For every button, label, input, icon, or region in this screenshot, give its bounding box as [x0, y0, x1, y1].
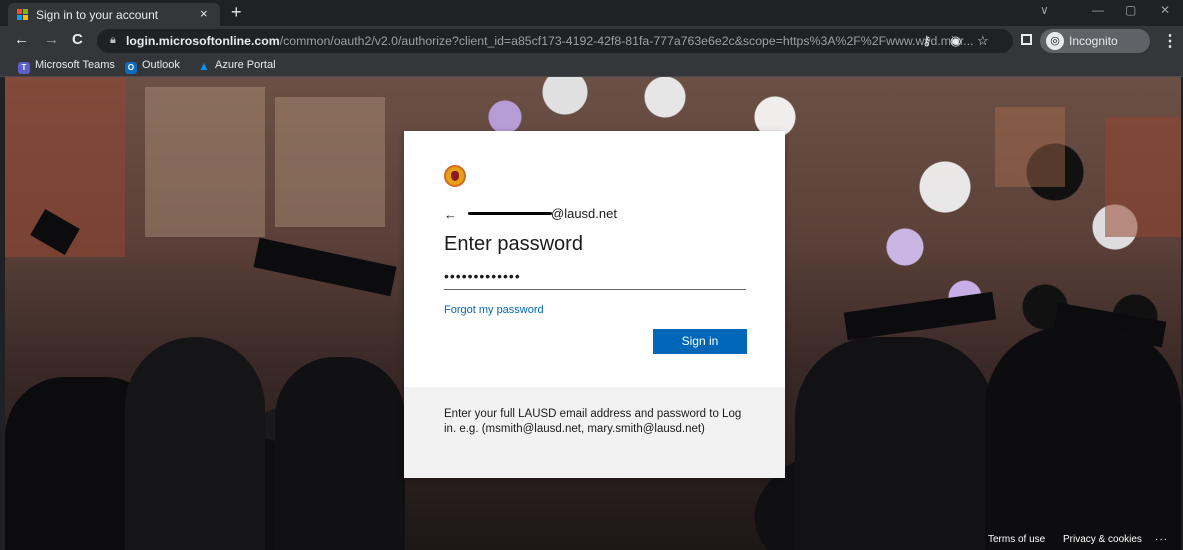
graduate-figure	[125, 337, 265, 550]
bookmark-azure-portal[interactable]: ▲ Azure Portal	[198, 59, 276, 73]
background-brick-wall	[995, 107, 1065, 187]
teams-icon: T	[18, 62, 30, 74]
maximize-icon[interactable]: ▢	[1125, 3, 1136, 17]
menu-icon[interactable]: ⋮	[1162, 31, 1178, 51]
lausd-logo	[444, 165, 466, 187]
bookmark-label: Azure Portal	[215, 59, 276, 71]
address-bar[interactable]: 🔒︎ login.microsoftonline.com/common/oaut…	[97, 29, 1013, 53]
bookmark-label: Microsoft Teams	[35, 59, 115, 71]
redacted-username	[468, 212, 552, 215]
azure-icon: ▲	[198, 59, 210, 73]
eye-icon[interactable]: ◉	[950, 33, 961, 49]
tab-strip: Sign in to your account × + ∨ — ▢ ✕	[0, 0, 1183, 26]
password-field[interactable]	[444, 263, 746, 290]
background-wall-panel	[275, 97, 385, 227]
microsoft-logo-icon	[17, 9, 28, 20]
browser-toolbar: ← → C 🔒︎ login.microsoftonline.com/commo…	[0, 26, 1183, 56]
back-arrow-icon[interactable]: ←	[444, 207, 457, 222]
outlook-icon: O	[125, 62, 137, 74]
reload-icon[interactable]: C	[72, 32, 83, 48]
graduation-cap	[253, 237, 397, 297]
privacy-cookies-link[interactable]: Privacy & cookies	[1063, 534, 1142, 545]
bookmark-microsoft-teams[interactable]: T Microsoft Teams	[18, 59, 115, 74]
bookmarks-bar: T Microsoft Teams O Outlook ▲ Azure Portal	[0, 56, 1183, 77]
forward-icon[interactable]: →	[44, 32, 59, 48]
graduate-figure	[275, 357, 405, 550]
graduation-cap	[843, 291, 997, 341]
key-icon[interactable]: ⚷	[922, 33, 932, 49]
graduate-figure	[795, 337, 995, 550]
url-text[interactable]: login.microsoftonline.com/common/oauth2/…	[126, 34, 974, 48]
tab-search-icon[interactable]: ∨	[1040, 3, 1049, 17]
bookmark-label: Outlook	[142, 59, 180, 71]
back-icon[interactable]: ←	[14, 32, 29, 48]
browser-tab[interactable]: Sign in to your account ×	[8, 3, 220, 26]
page-title: Enter password	[444, 233, 583, 255]
more-options-icon[interactable]: ···	[1155, 534, 1168, 545]
tab-title: Sign in to your account	[36, 8, 159, 22]
tab-close-icon[interactable]: ×	[200, 6, 208, 21]
bookmark-outlook[interactable]: O Outlook	[125, 59, 180, 74]
incognito-icon: ◎	[1046, 32, 1064, 50]
sign-in-hint-panel: Enter your full LAUSD email address and …	[404, 387, 785, 478]
sign-in-card: ← @lausd.net Enter password Forgot my pa…	[404, 131, 785, 478]
close-window-icon[interactable]: ✕	[1160, 3, 1170, 17]
lock-icon[interactable]: 🔒︎	[110, 34, 116, 47]
incognito-label: Incognito	[1069, 34, 1118, 48]
new-tab-icon[interactable]: +	[231, 2, 242, 22]
incognito-badge[interactable]: ◎ Incognito	[1040, 29, 1150, 53]
side-panel-icon[interactable]	[1021, 34, 1032, 45]
url-host: login.microsoftonline.com	[126, 34, 280, 48]
star-icon[interactable]: ☆	[977, 33, 989, 49]
background-brick-wall	[1105, 117, 1181, 237]
url-path: /common/oauth2/v2.0/authorize?client_id=…	[279, 34, 974, 48]
background-wall-panel	[145, 87, 265, 237]
minimize-icon[interactable]: —	[1092, 3, 1104, 17]
terms-of-use-link[interactable]: Terms of use	[988, 534, 1045, 545]
sign-in-button[interactable]: Sign in	[653, 329, 747, 354]
sign-in-hint: Enter your full LAUSD email address and …	[444, 408, 742, 435]
graduate-figure	[985, 327, 1181, 550]
account-email: @lausd.net	[551, 206, 617, 221]
forgot-password-link[interactable]: Forgot my password	[444, 304, 544, 316]
sign-in-form: ← @lausd.net Enter password Forgot my pa…	[404, 131, 785, 387]
